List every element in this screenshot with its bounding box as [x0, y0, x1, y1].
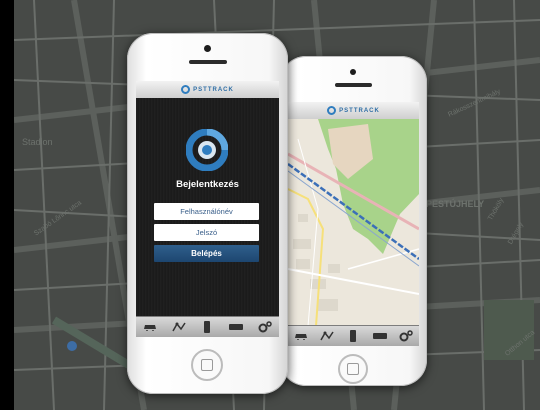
earpiece-speaker	[189, 60, 227, 64]
map-route-icon	[320, 331, 334, 341]
car-icon	[144, 325, 157, 331]
tab-map-route[interactable]	[169, 320, 189, 334]
phone-login: PSTTRACK Bejelentkezés Belépés	[127, 33, 288, 394]
front-camera	[204, 45, 211, 52]
app-header: PSTTRACK	[288, 102, 419, 120]
home-button[interactable]	[338, 354, 368, 384]
app-header: PSTTRACK	[136, 81, 279, 99]
app-logo: PSTTRACK	[327, 106, 380, 115]
app-logo-large-icon	[186, 129, 228, 171]
settings-gears-icon	[258, 321, 272, 333]
login-title: Bejelentkezés	[176, 179, 239, 190]
map-label-stadion: Stadion	[22, 137, 53, 147]
app-logo: PSTTRACK	[181, 85, 234, 94]
vehicle-icon	[372, 333, 387, 339]
tab-map-route[interactable]	[317, 329, 337, 343]
map-label-district: PESTÚJHELY	[426, 199, 485, 209]
login-button[interactable]: Belépés	[154, 245, 259, 262]
map-view[interactable]	[288, 119, 419, 326]
password-field[interactable]	[154, 224, 259, 241]
tab-phone[interactable]	[197, 320, 217, 334]
tab-vehicle[interactable]	[226, 320, 246, 334]
car-icon	[295, 334, 308, 340]
tab-car[interactable]	[140, 320, 160, 334]
map-canvas[interactable]	[288, 119, 419, 326]
front-camera	[350, 69, 356, 75]
map-route-icon	[172, 322, 186, 332]
phone-icon	[350, 330, 357, 342]
brand-logo-icon	[327, 106, 337, 115]
settings-gears-icon	[399, 330, 413, 342]
phone-map: PSTTRACK	[280, 56, 427, 386]
tab-settings[interactable]	[396, 329, 416, 343]
earpiece-speaker	[335, 83, 372, 87]
login-screen: PSTTRACK Bejelentkezés Belépés	[136, 81, 279, 337]
tab-settings[interactable]	[255, 320, 275, 334]
tab-phone[interactable]	[343, 329, 363, 343]
tab-vehicle[interactable]	[370, 329, 390, 343]
bottom-tab-bar	[288, 325, 419, 346]
brand-name: PSTTRACK	[339, 107, 380, 114]
tab-car[interactable]	[291, 329, 311, 343]
username-field[interactable]	[154, 203, 259, 220]
home-button[interactable]	[191, 349, 223, 381]
bottom-tab-bar	[136, 316, 279, 337]
phone-icon	[204, 321, 211, 333]
brand-logo-icon	[181, 85, 191, 94]
brand-name: PSTTRACK	[193, 86, 234, 93]
map-screen: PSTTRACK	[288, 102, 419, 346]
vehicle-icon	[229, 324, 244, 330]
